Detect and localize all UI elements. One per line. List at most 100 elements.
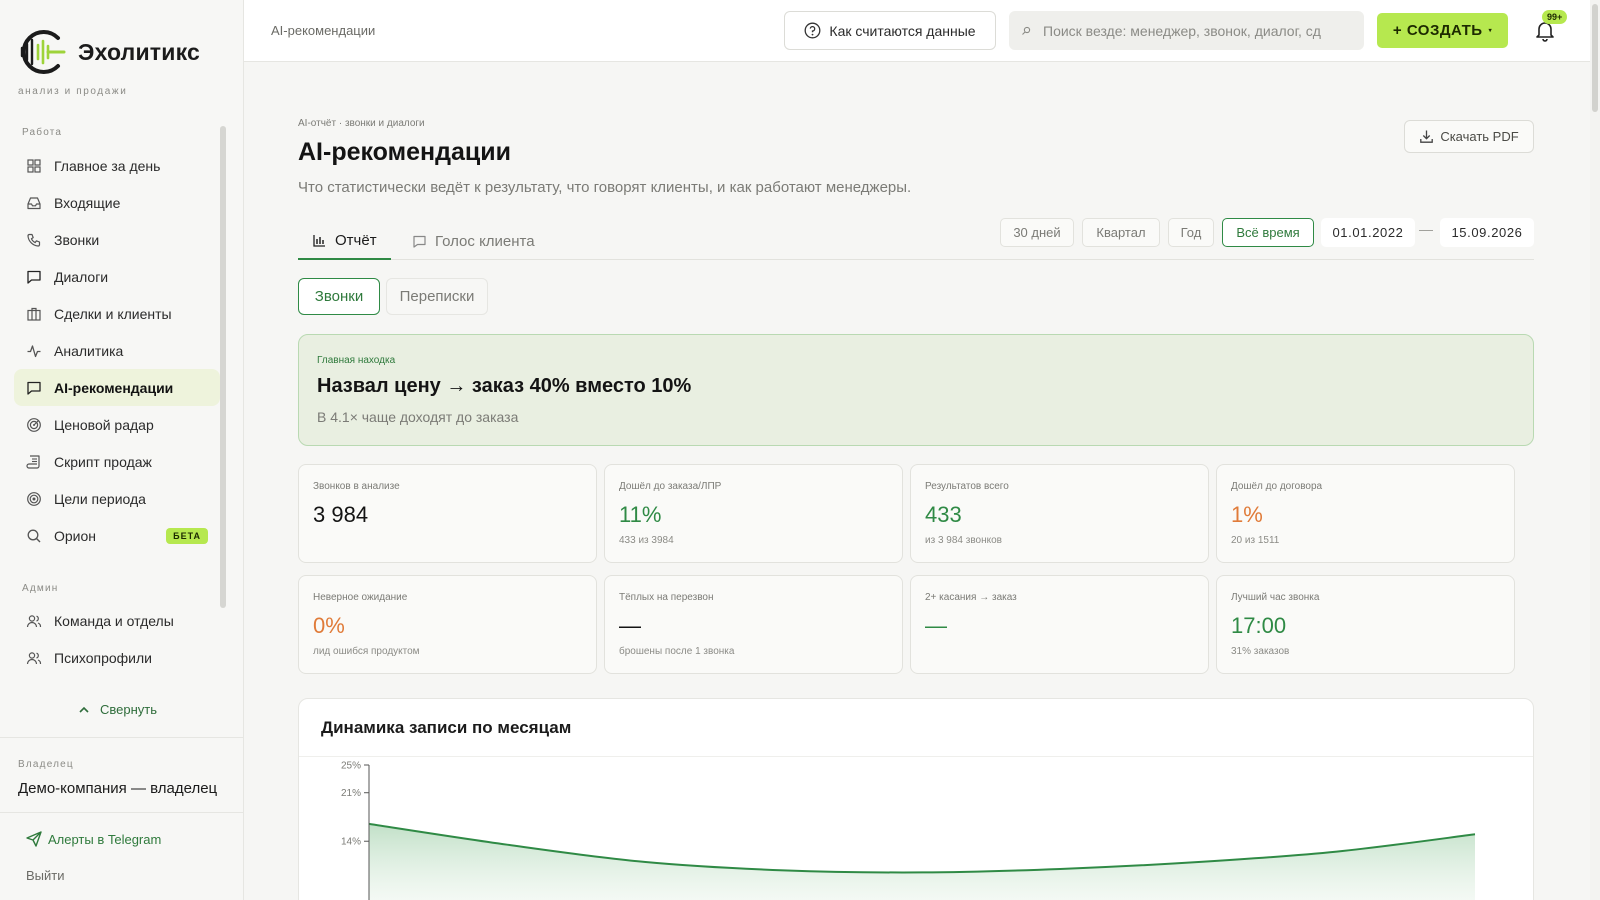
key-finding-title: Назвал цену → заказ 40% вместо 10%	[317, 375, 692, 397]
owner-name[interactable]: Демо-компания — владелец	[18, 780, 217, 797]
range-year[interactable]: Год	[1168, 218, 1214, 247]
send-icon	[26, 831, 42, 847]
sidebar-item-admin-0[interactable]: Команда и отделы	[14, 602, 220, 639]
kpi-value: 11%	[619, 502, 662, 527]
bar-chart-icon	[313, 234, 325, 247]
sidebar-item-admin-1[interactable]: Психопрофили	[14, 639, 220, 676]
sidebar-item-work-3[interactable]: Диалоги	[14, 258, 220, 295]
help-circle-icon	[804, 22, 821, 39]
brand-tagline: анализ и продажи	[18, 86, 128, 97]
tab-customer-voice[interactable]: Голос клиента	[398, 222, 549, 260]
search-icon	[1022, 26, 1031, 35]
key-finding-label: Главная находка	[317, 355, 396, 366]
section-label-admin: Админ	[22, 583, 59, 594]
date-to-input[interactable]: 15.09.2026	[1440, 218, 1534, 247]
kpi-card: Дошёл до договора 1% 20 из 1511	[1216, 464, 1515, 563]
kpi-label: Тёплых на перезвон	[619, 592, 714, 603]
range-all-time[interactable]: Всё время	[1222, 218, 1314, 247]
script-icon	[26, 454, 42, 470]
admin-nav: Команда и отделы Психопрофили	[14, 602, 220, 676]
caret-down-icon: ▾	[1488, 28, 1493, 34]
chart-area: 25% 21% 14%	[341, 761, 1476, 900]
sidebar-item-label: Психопрофили	[54, 649, 152, 666]
how-data-counted-button[interactable]: Как считаются данные	[784, 11, 996, 50]
radar-icon	[26, 417, 42, 433]
inbox-icon	[26, 195, 42, 211]
create-label: + СОЗДАТЬ	[1392, 22, 1483, 39]
kpi-subtext: 20 из 1511	[1231, 535, 1280, 546]
collapse-button[interactable]: Свернуть	[78, 702, 157, 717]
download-pdf-label: Скачать PDF	[1440, 129, 1519, 144]
kpi-subtext: брошены после 1 звонка	[619, 646, 735, 657]
brand-name: Эхолитикс	[78, 38, 201, 65]
sidebar-item-work-0[interactable]: Главное за день	[14, 147, 220, 184]
sidebar-item-label: Цели периода	[54, 490, 146, 507]
sidebar-item-work-5[interactable]: Аналитика	[14, 332, 220, 369]
briefcase-icon	[26, 306, 42, 322]
kpi-label: Звонков в анализе	[313, 481, 400, 492]
sidebar-item-label: Звонки	[54, 231, 100, 248]
notification-count-badge: 99+	[1542, 10, 1568, 24]
kpi-label: Дошёл до договора	[1231, 481, 1323, 492]
chat-icon	[413, 235, 426, 248]
page-scrollbar[interactable]	[1590, 0, 1600, 900]
monthly-dynamics-chart: Динамика записи по месяцам 25% 21% 14%	[298, 698, 1534, 900]
report-breadcrumb: AI-отчёт · звонки и диалоги	[298, 118, 425, 129]
breadcrumb[interactable]: AI-рекомендации	[271, 23, 375, 38]
sidebar-item-label: Аналитика	[54, 342, 124, 359]
dashboard-icon	[26, 158, 42, 174]
range-quarter[interactable]: Квартал	[1082, 218, 1160, 247]
sidebar-scrollbar[interactable]	[220, 126, 226, 608]
kpi-card: Лучший час звонка 17:00 31% заказов	[1216, 575, 1515, 674]
page-title: AI-рекомендации	[298, 138, 512, 166]
owner-label: Владелец	[18, 759, 74, 770]
tab-report[interactable]: Отчёт	[298, 222, 391, 260]
main-content: AI-отчёт · звонки и диалоги AI-рекоменда…	[244, 62, 1590, 900]
kpi-value: 0%	[313, 613, 345, 638]
logout-link[interactable]: Выйти	[26, 868, 65, 883]
kpi-label: Результатов всего	[925, 481, 1009, 492]
sidebar-item-work-8[interactable]: Скрипт продаж	[14, 443, 220, 480]
search-input[interactable]	[1043, 22, 1343, 39]
kpi-value: 3 984	[313, 502, 369, 527]
download-pdf-button[interactable]: Скачать PDF	[1404, 120, 1534, 153]
key-finding-subtitle: В 4.1× чаще доходят до заказа	[317, 409, 519, 425]
sidebar-item-work-10[interactable]: Орион БЕТА	[14, 517, 220, 554]
beta-badge: БЕТА	[166, 527, 208, 544]
page-subtitle: Что статистически ведёт к результату, чт…	[298, 179, 912, 196]
kpi-label: Лучший час звонка	[1231, 592, 1320, 603]
sidebar-item-label: Орион	[54, 527, 97, 544]
kpi-value: —	[619, 613, 641, 638]
sidebar-item-label: Сделки и клиенты	[54, 305, 172, 322]
global-search[interactable]	[1009, 11, 1364, 50]
sidebar-item-work-9[interactable]: Цели периода	[14, 480, 220, 517]
segment-chats[interactable]: Переписки	[386, 278, 488, 315]
sidebar-item-work-4[interactable]: Сделки и клиенты	[14, 295, 220, 332]
y-tick-label: 25%	[341, 761, 361, 772]
page-scrollbar-thumb[interactable]	[1592, 4, 1598, 112]
create-button[interactable]: + СОЗДАТЬ ▾	[1377, 13, 1508, 48]
collapse-label: Свернуть	[100, 702, 158, 717]
range-30-days[interactable]: 30 дней	[1000, 218, 1074, 247]
telegram-alerts-link[interactable]: Алерты в Telegram	[26, 831, 161, 847]
kpi-subtext: 433 из 3984	[619, 535, 674, 546]
kpi-value: —	[925, 613, 947, 638]
chart-title: Динамика записи по месяцам	[321, 718, 572, 737]
chat-icon	[26, 380, 42, 396]
kpi-subtext: из 3 984 звонков	[925, 535, 1002, 546]
sidebar-item-work-6[interactable]: AI-рекомендации	[14, 369, 220, 406]
kpi-subtext: 31% заказов	[1231, 646, 1290, 657]
sidebar-item-work-2[interactable]: Звонки	[14, 221, 220, 258]
kpi-card: Неверное ожидание 0% лид ошибся продуктом	[298, 575, 597, 674]
sidebar-item-work-7[interactable]: Ценовой радар	[14, 406, 220, 443]
brand-logo[interactable]: Эхолитикс	[18, 26, 200, 78]
date-from-input[interactable]: 01.01.2022	[1321, 218, 1415, 247]
sidebar-item-work-1[interactable]: Входящие	[14, 184, 220, 221]
phone-icon	[26, 232, 42, 248]
kpi-label: Неверное ожидание	[313, 592, 408, 603]
segment-calls[interactable]: Звонки	[298, 278, 380, 315]
users-icon	[26, 613, 42, 629]
key-finding-card: Главная находка Назвал цену → заказ 40% …	[298, 334, 1534, 446]
kpi-value: 17:00	[1231, 613, 1287, 638]
series-area	[369, 823, 1475, 900]
